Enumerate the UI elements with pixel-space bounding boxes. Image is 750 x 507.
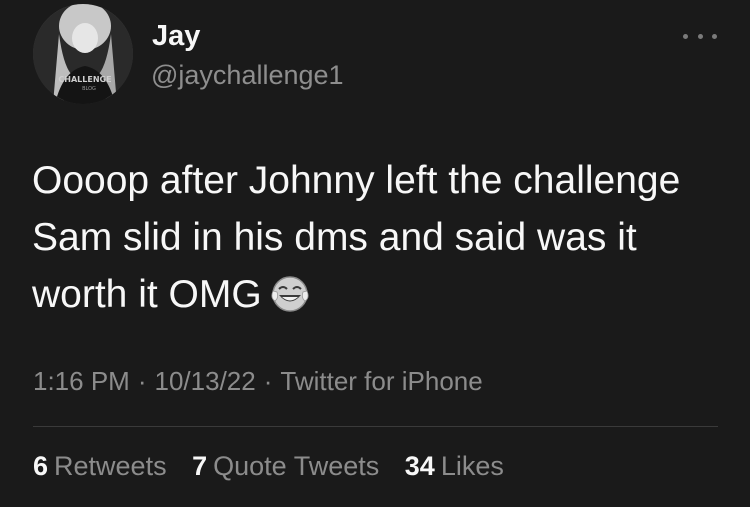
- likes-label: Likes: [440, 451, 504, 481]
- more-options-icon[interactable]: [683, 26, 717, 46]
- display-name[interactable]: Jay: [152, 20, 200, 53]
- retweets-stat[interactable]: 6 Retweets: [33, 451, 167, 481]
- user-handle[interactable]: @jaychallenge1: [151, 60, 344, 91]
- retweets-label: Retweets: [54, 451, 167, 481]
- retweets-count: 6: [33, 451, 49, 481]
- face-with-tears-of-joy-icon: [270, 273, 310, 313]
- tweet-stats: 6 Retweets 7 Quote Tweets 34 Likes: [33, 451, 522, 482]
- avatar[interactable]: CHALLENGE BLOG: [33, 4, 133, 104]
- tweet-text: Oooop after Johnny left the challenge Sa…: [32, 152, 712, 323]
- likes-count: 34: [404, 451, 435, 481]
- meta-separator: ·: [263, 366, 273, 396]
- profile-photo: CHALLENGE BLOG: [33, 4, 133, 104]
- tweet-body: Oooop after Johnny left the challenge Sa…: [32, 159, 681, 316]
- svg-text:BLOG: BLOG: [82, 86, 96, 92]
- quote-tweets-label: Quote Tweets: [213, 451, 380, 481]
- more-dot: [697, 33, 703, 39]
- tweet-source-link[interactable]: Twitter for iPhone: [280, 366, 482, 396]
- meta-separator: ·: [137, 366, 147, 396]
- tweet-time[interactable]: 1:16 PM: [33, 366, 130, 396]
- quote-tweets-count: 7: [192, 451, 208, 481]
- tweet-meta: 1:16 PM · 10/13/22 · Twitter for iPhone: [33, 366, 483, 397]
- quote-tweets-stat[interactable]: 7 Quote Tweets: [192, 451, 379, 481]
- likes-stat[interactable]: 34 Likes: [405, 451, 504, 481]
- tweet-date[interactable]: 10/13/22: [155, 366, 256, 396]
- more-dot: [683, 33, 688, 39]
- divider: [33, 426, 718, 427]
- more-dot: [712, 33, 717, 39]
- svg-text:CHALLENGE: CHALLENGE: [58, 75, 111, 84]
